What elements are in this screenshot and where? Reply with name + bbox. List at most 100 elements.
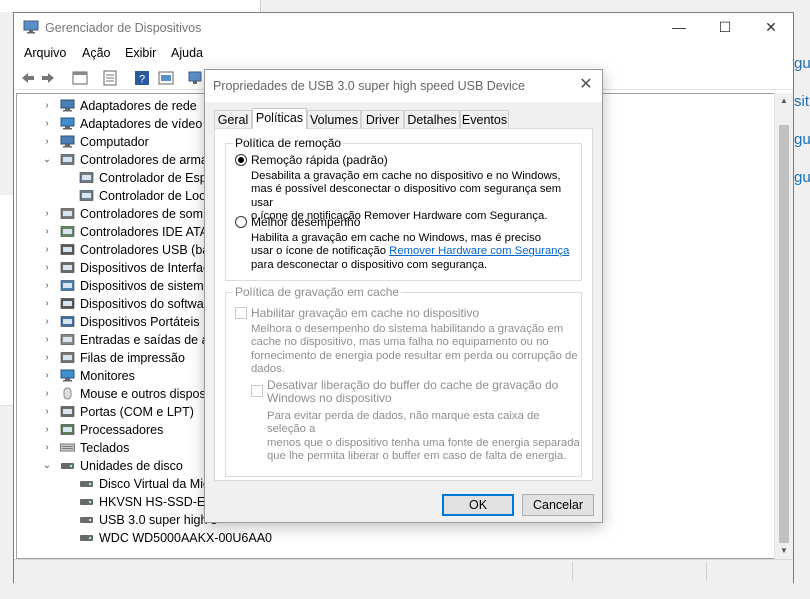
ide-controller-icon xyxy=(60,226,75,237)
quick-removal-label[interactable]: Remoção rápida (padrão) xyxy=(251,153,388,167)
menu-ajuda[interactable]: Ajuda xyxy=(171,46,203,60)
window-title: Gerenciador de Dispositivos xyxy=(45,21,202,35)
better-performance-radio[interactable] xyxy=(235,216,247,228)
system-device-icon xyxy=(60,280,75,291)
view-icon[interactable] xyxy=(72,70,88,86)
expand-chevron-icon[interactable]: › xyxy=(41,421,53,439)
expand-chevron-icon[interactable]: › xyxy=(41,385,53,403)
collapse-chevron-icon[interactable]: ⌄ xyxy=(41,151,53,169)
tree-item-label: Monitores xyxy=(80,369,135,383)
vertical-scrollbar[interactable]: ▲ ▼ xyxy=(774,93,793,559)
scroll-up-arrow-icon[interactable]: ▲ xyxy=(775,93,793,109)
tree-item-label: Disco Virtual da Micr xyxy=(99,477,214,491)
tree-item-label: Processadores xyxy=(80,423,164,437)
expand-chevron-icon[interactable]: › xyxy=(41,439,53,457)
mouse-icon xyxy=(63,387,72,400)
dialog-title-bar[interactable]: Propriedades de USB 3.0 super high speed… xyxy=(205,70,602,102)
tree-item-label: Teclados xyxy=(80,441,130,455)
background-link[interactable]: gu xyxy=(794,131,810,169)
cancel-button[interactable]: Cancelar xyxy=(522,494,594,516)
disk-drive-icon xyxy=(80,517,93,523)
svg-text:?: ? xyxy=(139,74,145,86)
menu-acao[interactable]: Ação xyxy=(82,46,111,60)
dialog-close-icon[interactable]: ✕ xyxy=(576,76,596,96)
expand-chevron-icon[interactable]: › xyxy=(41,97,53,115)
status-divider xyxy=(706,562,707,581)
safely-remove-hardware-link[interactable]: Remover Hardware com Segurança xyxy=(389,245,569,257)
expand-chevron-icon[interactable]: › xyxy=(41,205,53,223)
processor-icon xyxy=(60,424,75,435)
tab-politicas[interactable]: Políticas xyxy=(252,108,307,129)
background-link[interactable]: gu xyxy=(794,169,810,207)
removal-policy-title: Política de remoção xyxy=(233,136,344,150)
tree-item[interactable]: WDC WD5000AAKX-00U6AA0 xyxy=(17,529,772,547)
scroll-thumb[interactable] xyxy=(779,125,789,543)
enable-write-cache-checkbox[interactable] xyxy=(235,307,247,319)
expand-chevron-icon[interactable]: › xyxy=(41,277,53,295)
disk-drive-icon xyxy=(80,535,93,541)
storage-controller-icon xyxy=(79,190,94,201)
disk-drive-icon xyxy=(61,463,74,469)
expand-chevron-icon[interactable]: › xyxy=(41,349,53,367)
collapse-chevron-icon[interactable]: ⌄ xyxy=(41,457,53,475)
quick-removal-radio[interactable] xyxy=(235,154,247,166)
storage-controller-icon xyxy=(79,172,94,183)
tab-detalhes[interactable]: Detalhes xyxy=(404,110,460,128)
help-icon[interactable]: ? xyxy=(134,70,150,86)
dialog-title: Propriedades de USB 3.0 super high speed… xyxy=(213,79,525,93)
ok-button[interactable]: OK xyxy=(442,494,514,516)
expand-chevron-icon[interactable]: › xyxy=(41,115,53,133)
update-driver-icon[interactable] xyxy=(158,70,174,86)
expand-chevron-icon[interactable]: › xyxy=(41,223,53,241)
close-button[interactable]: ✕ xyxy=(748,13,794,43)
menu-arquivo[interactable]: Arquivo xyxy=(24,46,66,60)
tab-driver[interactable]: Driver xyxy=(361,110,404,128)
tree-item-label: Dispositivos do software xyxy=(80,297,215,311)
back-arrow-icon[interactable] xyxy=(20,70,36,86)
tree-item-label: Controladores IDE ATA/A xyxy=(80,225,220,239)
forward-arrow-icon[interactable] xyxy=(40,70,56,86)
title-bar[interactable]: Gerenciador de Dispositivos — ☐ ✕ xyxy=(14,13,793,43)
tree-item-label: Dispositivos de sistema xyxy=(80,279,211,293)
enable-write-cache-label[interactable]: Habilitar gravação em cache no dispositi… xyxy=(251,306,479,320)
expand-chevron-icon[interactable]: › xyxy=(41,133,53,151)
tree-item-label: Unidades de disco xyxy=(80,459,183,473)
tree-item-label: Filas de impressão xyxy=(80,351,185,365)
properties-dialog: Propriedades de USB 3.0 super high speed… xyxy=(204,69,603,523)
tree-item-label: Controlador de Espa xyxy=(99,171,214,185)
properties-icon[interactable] xyxy=(102,70,118,86)
expand-chevron-icon[interactable]: › xyxy=(41,331,53,349)
expand-chevron-icon[interactable]: › xyxy=(41,241,53,259)
tab-geral[interactable]: Geral xyxy=(214,110,252,128)
scroll-down-arrow-icon[interactable]: ▼ xyxy=(775,543,793,559)
display-adapter-icon xyxy=(60,117,75,130)
background-link[interactable]: sit xyxy=(794,93,810,131)
policies-panel: Política de remoção Remoção rápida (padr… xyxy=(214,128,593,481)
disk-drive-icon xyxy=(80,499,93,505)
minimize-button[interactable]: — xyxy=(656,13,702,43)
expand-chevron-icon[interactable]: › xyxy=(41,403,53,421)
scan-hardware-icon[interactable] xyxy=(188,70,204,86)
monitor-icon xyxy=(60,369,75,382)
disable-buffer-flush-label[interactable]: Desativar liberação do buffer do cache d… xyxy=(267,378,558,406)
disable-buffer-flush-checkbox[interactable] xyxy=(251,385,263,397)
menu-exibir[interactable]: Exibir xyxy=(125,46,156,60)
expand-chevron-icon[interactable]: › xyxy=(41,367,53,385)
background-right-links: gu sit gu gu xyxy=(794,55,810,207)
write-cache-policy-group: Política de gravação em cache Habilitar … xyxy=(225,285,582,477)
hid-icon xyxy=(60,262,75,273)
background-link[interactable]: gu xyxy=(794,55,810,93)
background-window-strip xyxy=(0,0,261,12)
expand-chevron-icon[interactable]: › xyxy=(41,295,53,313)
disable-buffer-flush-description: Para evitar perda de dados, não marque e… xyxy=(267,410,580,463)
expand-chevron-icon[interactable]: › xyxy=(41,259,53,277)
tab-eventos[interactable]: Eventos xyxy=(460,110,509,128)
removal-policy-group: Política de remoção Remoção rápida (padr… xyxy=(225,136,582,281)
maximize-button[interactable]: ☐ xyxy=(702,13,748,43)
tree-item-label: Controladores de armaz xyxy=(80,153,215,167)
better-performance-label[interactable]: Melhor desempenho xyxy=(251,215,360,229)
tree-item-label: Adaptadores de rede xyxy=(80,99,197,113)
tab-volumes[interactable]: Volumes xyxy=(307,110,361,128)
software-device-icon xyxy=(60,298,75,309)
expand-chevron-icon[interactable]: › xyxy=(41,313,53,331)
